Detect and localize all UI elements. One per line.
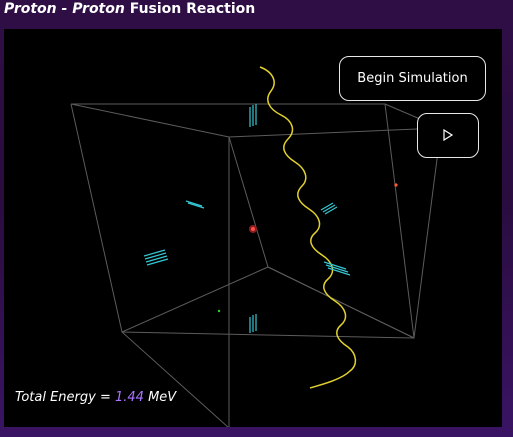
energy-value: 1.44 — [115, 390, 144, 405]
particle-cluster-top — [249, 104, 257, 127]
total-energy-readout: Total Energy = 1.44 MeV — [15, 390, 176, 406]
energy-label: Total Energy = — [15, 390, 115, 405]
page-title: Proton - Proton Fusion Reaction — [4, 0, 255, 20]
title-proton-1: Proton — [4, 1, 57, 17]
cyan-particles — [143, 104, 351, 333]
cube-front-face — [228, 127, 442, 339]
particle-cluster-left — [185, 200, 205, 209]
proton-core-glow — [251, 227, 255, 231]
energy-unit: MeV — [143, 390, 177, 405]
photon-wave — [259, 66, 357, 389]
cube-edge-3 — [121, 266, 269, 333]
cube-wireframe — [70, 103, 442, 427]
particle-cluster-mid-left — [143, 249, 169, 266]
play-button[interactable] — [417, 113, 479, 158]
title-separator: - — [56, 1, 73, 17]
play-icon — [443, 128, 454, 142]
particle-green-dot — [217, 309, 221, 313]
cube-edge-1 — [70, 103, 230, 138]
particle-cluster-bottom — [249, 314, 257, 333]
cube-back-face — [70, 103, 415, 339]
cube-edge-6 — [121, 331, 229, 427]
particle-red-dot — [394, 183, 398, 187]
particle-cluster-mid-right — [323, 261, 351, 276]
cube-edge-4 — [267, 266, 415, 339]
title-rest: Fusion Reaction — [124, 1, 256, 17]
particle-cluster-right — [320, 202, 338, 215]
begin-simulation-button[interactable]: Begin Simulation — [339, 56, 486, 101]
title-proton-2: Proton — [72, 1, 125, 17]
simulation-viewport[interactable]: Begin Simulation Total Energy = 1.44 MeV — [4, 29, 502, 427]
